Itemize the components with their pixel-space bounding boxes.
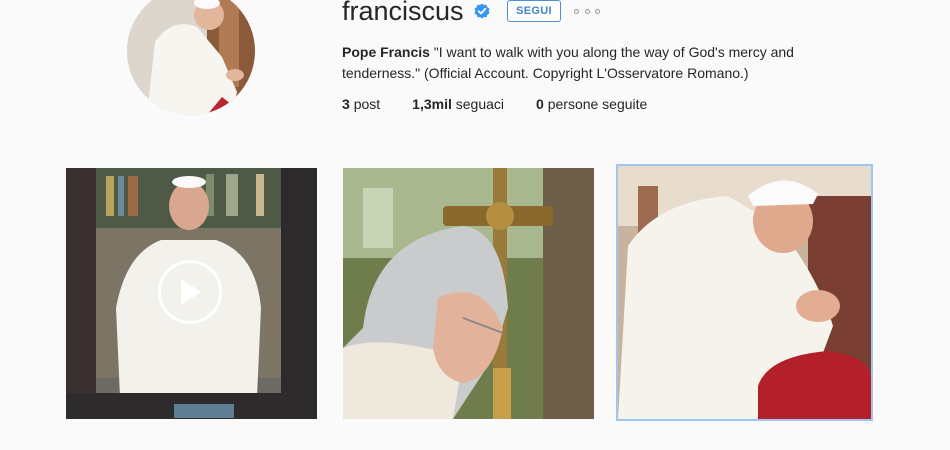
stat-posts-count: 3 bbox=[342, 96, 350, 112]
stat-following-count: 0 bbox=[536, 96, 544, 112]
stat-following[interactable]: 0 persone seguite bbox=[536, 96, 647, 112]
profile-avatar bbox=[127, 0, 255, 115]
more-options-icon[interactable] bbox=[574, 2, 600, 20]
stat-posts: 3 post bbox=[342, 96, 380, 112]
dot bbox=[584, 8, 590, 14]
stat-following-label: persone seguite bbox=[547, 96, 648, 112]
stat-followers-label: seguaci bbox=[455, 96, 505, 112]
stat-posts-label: post bbox=[353, 96, 381, 112]
stat-followers[interactable]: 1,3mil seguaci bbox=[412, 96, 504, 112]
post-tile-image[interactable] bbox=[343, 168, 594, 419]
post-tile-video[interactable] bbox=[66, 168, 317, 419]
profile-username: franciscus bbox=[342, 0, 464, 26]
stat-followers-count: 1,3mil bbox=[412, 96, 452, 112]
profile-stats: 3 post 1,3mil seguaci 0 persone seguite bbox=[342, 96, 679, 112]
post-tile-image[interactable] bbox=[618, 166, 871, 419]
bio-name: Pope Francis bbox=[342, 44, 430, 60]
dot bbox=[595, 8, 600, 14]
profile-bio: Pope Francis "I want to walk with you al… bbox=[342, 42, 822, 84]
dot bbox=[574, 8, 579, 14]
follow-button[interactable]: SEGUI bbox=[507, 0, 561, 22]
verified-badge-icon bbox=[474, 3, 490, 19]
play-icon[interactable] bbox=[158, 260, 222, 324]
